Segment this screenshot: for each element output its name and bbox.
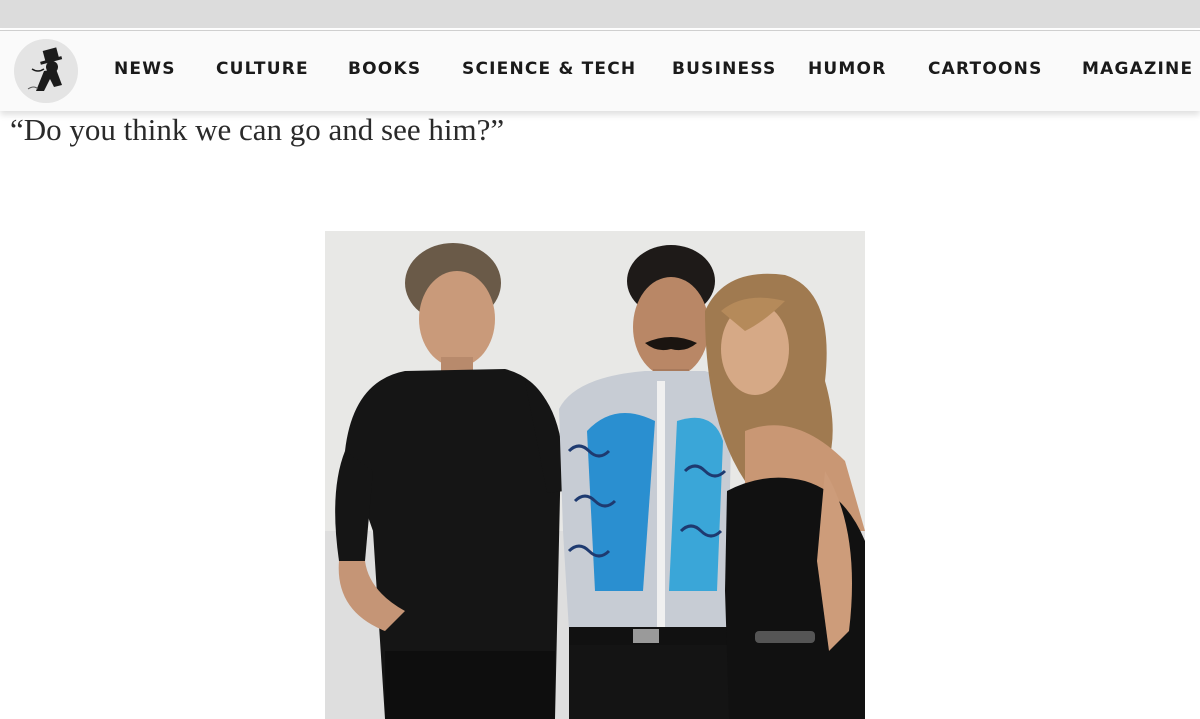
nav-item-books[interactable]: BOOKS (348, 59, 421, 79)
site-logo-icon[interactable] (14, 39, 78, 103)
article-photo (325, 231, 865, 719)
site-navbar: NEWS CULTURE BOOKS SCIENCE & TECH BUSINE… (0, 30, 1200, 111)
nav-item-cartoons[interactable]: CARTOONS (928, 59, 1043, 79)
article-pull-quote: “Do you think we can go and see him?” (10, 112, 505, 147)
nav-item-humor[interactable]: HUMOR (808, 59, 887, 79)
nav-item-news[interactable]: NEWS (114, 59, 176, 79)
nav-item-business[interactable]: BUSINESS (672, 59, 777, 79)
nav-item-science-tech[interactable]: SCIENCE & TECH (462, 59, 636, 79)
nav-item-magazine[interactable]: MAGAZINE (1082, 59, 1193, 79)
browser-top-strip (0, 0, 1200, 28)
nav-item-culture[interactable]: CULTURE (216, 59, 309, 79)
